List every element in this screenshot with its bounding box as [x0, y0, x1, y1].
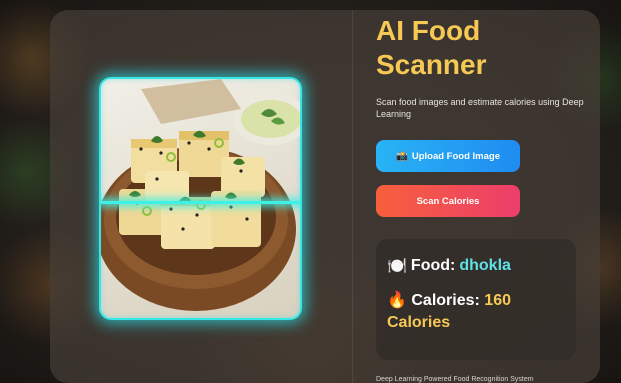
food-photo — [101, 79, 300, 311]
fire-icon: 🔥 — [387, 292, 407, 309]
camera-icon: 📸 — [396, 150, 408, 162]
calories-unit: Calories — [387, 314, 451, 331]
chutney — [241, 100, 300, 138]
plate-icon: 🍽️ — [387, 258, 407, 275]
calories-result: 🔥 Calories: 160 Calories — [387, 290, 567, 334]
app-title: AI Food Scanner — [376, 15, 487, 80]
food-result: 🍽️ Food: dhokla — [387, 256, 511, 276]
calories-value: 160 — [484, 292, 511, 309]
result-panel: 🍽️ Food: dhokla 🔥 Calories: 160 Calories — [376, 239, 576, 360]
scan-line — [101, 201, 300, 204]
scanner-card: AI Food Scanner Scan food images and est… — [50, 10, 600, 383]
food-value: dhokla — [459, 257, 511, 274]
app-subtitle: Scan food images and estimate calories u… — [376, 97, 584, 119]
pane-divider — [352, 10, 353, 383]
footer-text: Deep Learning Powered Food Recognition S… — [376, 376, 534, 383]
upload-button-label: Upload Food Image — [411, 150, 500, 162]
scan-button-label: Scan Calories — [416, 195, 480, 207]
calories-label: Calories: — [411, 292, 480, 309]
controls-pane: AI Food Scanner Scan food images and est… — [376, 10, 600, 383]
food-label: Food: — [410, 257, 456, 274]
upload-food-image-button[interactable]: 📸 Upload Food Image — [376, 140, 520, 172]
image-pane — [50, 10, 352, 383]
scan-calories-button[interactable]: Scan Calories — [376, 185, 520, 217]
food-image-preview — [99, 77, 302, 320]
